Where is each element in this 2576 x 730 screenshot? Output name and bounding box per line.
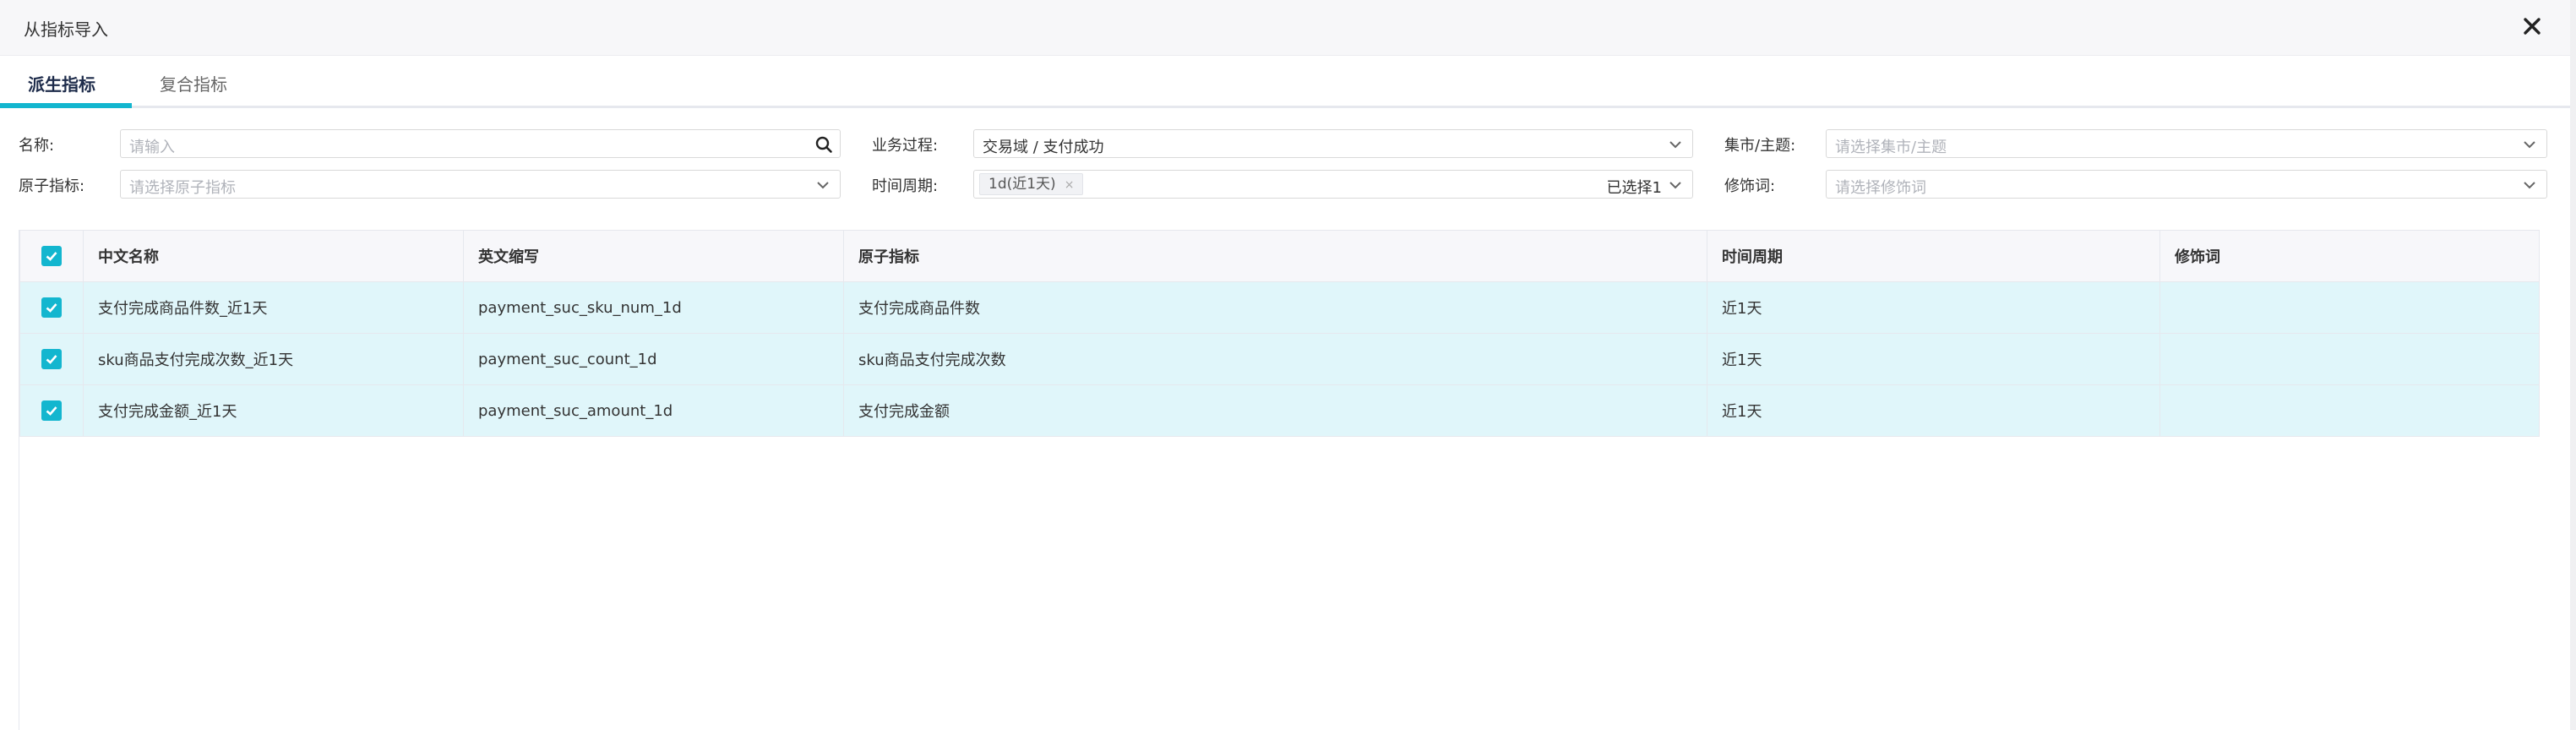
time-period-tag-label: 1d(近1天) (988, 176, 1056, 193)
row-checkbox[interactable] (41, 297, 62, 318)
select-all-checkbox[interactable] (41, 246, 62, 266)
time-period-tag: 1d(近1天) × (979, 173, 1084, 195)
chevron-down-icon (1667, 136, 1684, 153)
chevron-down-icon (1667, 177, 1684, 193)
column-header-time-period[interactable]: 时间周期 (1707, 230, 2160, 282)
cell-modifier (2159, 333, 2540, 385)
column-header-modifier[interactable]: 修饰词 (2159, 230, 2540, 282)
column-header-atomic-metric[interactable]: 原子指标 (843, 230, 1707, 282)
name-search-input[interactable]: 请输入 (120, 129, 841, 158)
business-process-select[interactable]: 交易域 / 支付成功 (973, 129, 1693, 158)
mart-subject-select[interactable]: 请选择集市/主题 (1826, 129, 2547, 158)
dialog-header: 从指标导入 (0, 0, 2576, 56)
select-all-cell (19, 230, 84, 282)
cell-en-abbr: payment_suc_sku_num_1d (463, 281, 844, 334)
mart-subject-placeholder: 请选择集市/主题 (1835, 139, 1947, 156)
cell-time-period: 近1天 (1707, 281, 2160, 334)
modifier-select[interactable]: 请选择修饰词 (1826, 170, 2547, 199)
name-label: 名称: (19, 137, 55, 155)
selected-count: 已选择1 (1606, 179, 1662, 197)
active-tab-indicator (0, 103, 132, 108)
cell-cn-name: 支付完成金额_近1天 (83, 384, 464, 437)
cell-time-period: 近1天 (1707, 333, 2160, 385)
row-checkbox[interactable] (41, 400, 62, 421)
cell-modifier (2159, 281, 2540, 334)
scrollbar-track (2570, 0, 2576, 730)
cell-atomic-metric: sku商品支付完成次数 (843, 333, 1707, 385)
business-process-label: 业务过程: (872, 137, 939, 155)
search-icon[interactable] (814, 135, 833, 154)
dialog-title: 从指标导入 (24, 19, 108, 40)
column-header-en-abbr[interactable]: 英文缩写 (463, 230, 844, 282)
business-process-value: 交易域 / 支付成功 (983, 139, 1104, 156)
tag-remove-icon[interactable]: × (1065, 178, 1075, 192)
table-row[interactable]: sku商品支付完成次数_近1天 payment_suc_count_1d sku… (19, 333, 2540, 385)
cell-atomic-metric: 支付完成商品件数 (843, 281, 1707, 334)
tab-composite-metrics[interactable]: 复合指标 (160, 71, 227, 95)
table-header-row: 中文名称 英文缩写 原子指标 时间周期 修饰词 (19, 230, 2540, 282)
cell-cn-name: sku商品支付完成次数_近1天 (83, 333, 464, 385)
metrics-table: 中文名称 英文缩写 原子指标 时间周期 修饰词 支付完成商品件数_近1天 pay… (19, 230, 2540, 437)
time-period-label: 时间周期: (872, 177, 939, 195)
chevron-down-icon (2521, 136, 2538, 153)
cell-atomic-metric: 支付完成金额 (843, 384, 1707, 437)
cell-en-abbr: payment_suc_count_1d (463, 333, 844, 385)
column-header-cn-name[interactable]: 中文名称 (83, 230, 464, 282)
import-from-metrics-dialog: 从指标导入 派生指标 复合指标 名称: 请输入 业务过程: 交易域 / 支付成功… (0, 0, 2576, 730)
row-checkbox-cell (19, 384, 84, 437)
tab-bar: 派生指标 复合指标 (0, 56, 2570, 108)
table-row[interactable]: 支付完成金额_近1天 payment_suc_amount_1d 支付完成金额 … (19, 384, 2540, 437)
mart-subject-label: 集市/主题: (1724, 137, 1796, 155)
atomic-metric-label: 原子指标: (19, 177, 85, 195)
row-checkbox-cell (19, 281, 84, 334)
atomic-metric-placeholder: 请选择原子指标 (129, 179, 236, 197)
chevron-down-icon (2521, 177, 2538, 193)
cell-modifier (2159, 384, 2540, 437)
tab-derived-metrics[interactable]: 派生指标 (28, 71, 95, 95)
row-checkbox-cell (19, 333, 84, 385)
cell-time-period: 近1天 (1707, 384, 2160, 437)
modifier-placeholder: 请选择修饰词 (1835, 179, 1926, 197)
name-placeholder: 请输入 (129, 139, 175, 156)
modifier-label: 修饰词: (1724, 177, 1776, 195)
chevron-down-icon (814, 177, 831, 193)
cell-en-abbr: payment_suc_amount_1d (463, 384, 844, 437)
close-icon[interactable] (2519, 14, 2545, 39)
cell-cn-name: 支付完成商品件数_近1天 (83, 281, 464, 334)
metrics-table-container: 中文名称 英文缩写 原子指标 时间周期 修饰词 支付完成商品件数_近1天 pay… (19, 230, 2540, 730)
time-period-multiselect[interactable]: 1d(近1天) × 已选择1 (973, 170, 1693, 199)
row-checkbox[interactable] (41, 349, 62, 369)
table-row[interactable]: 支付完成商品件数_近1天 payment_suc_sku_num_1d 支付完成… (19, 281, 2540, 334)
atomic-metric-select[interactable]: 请选择原子指标 (120, 170, 841, 199)
